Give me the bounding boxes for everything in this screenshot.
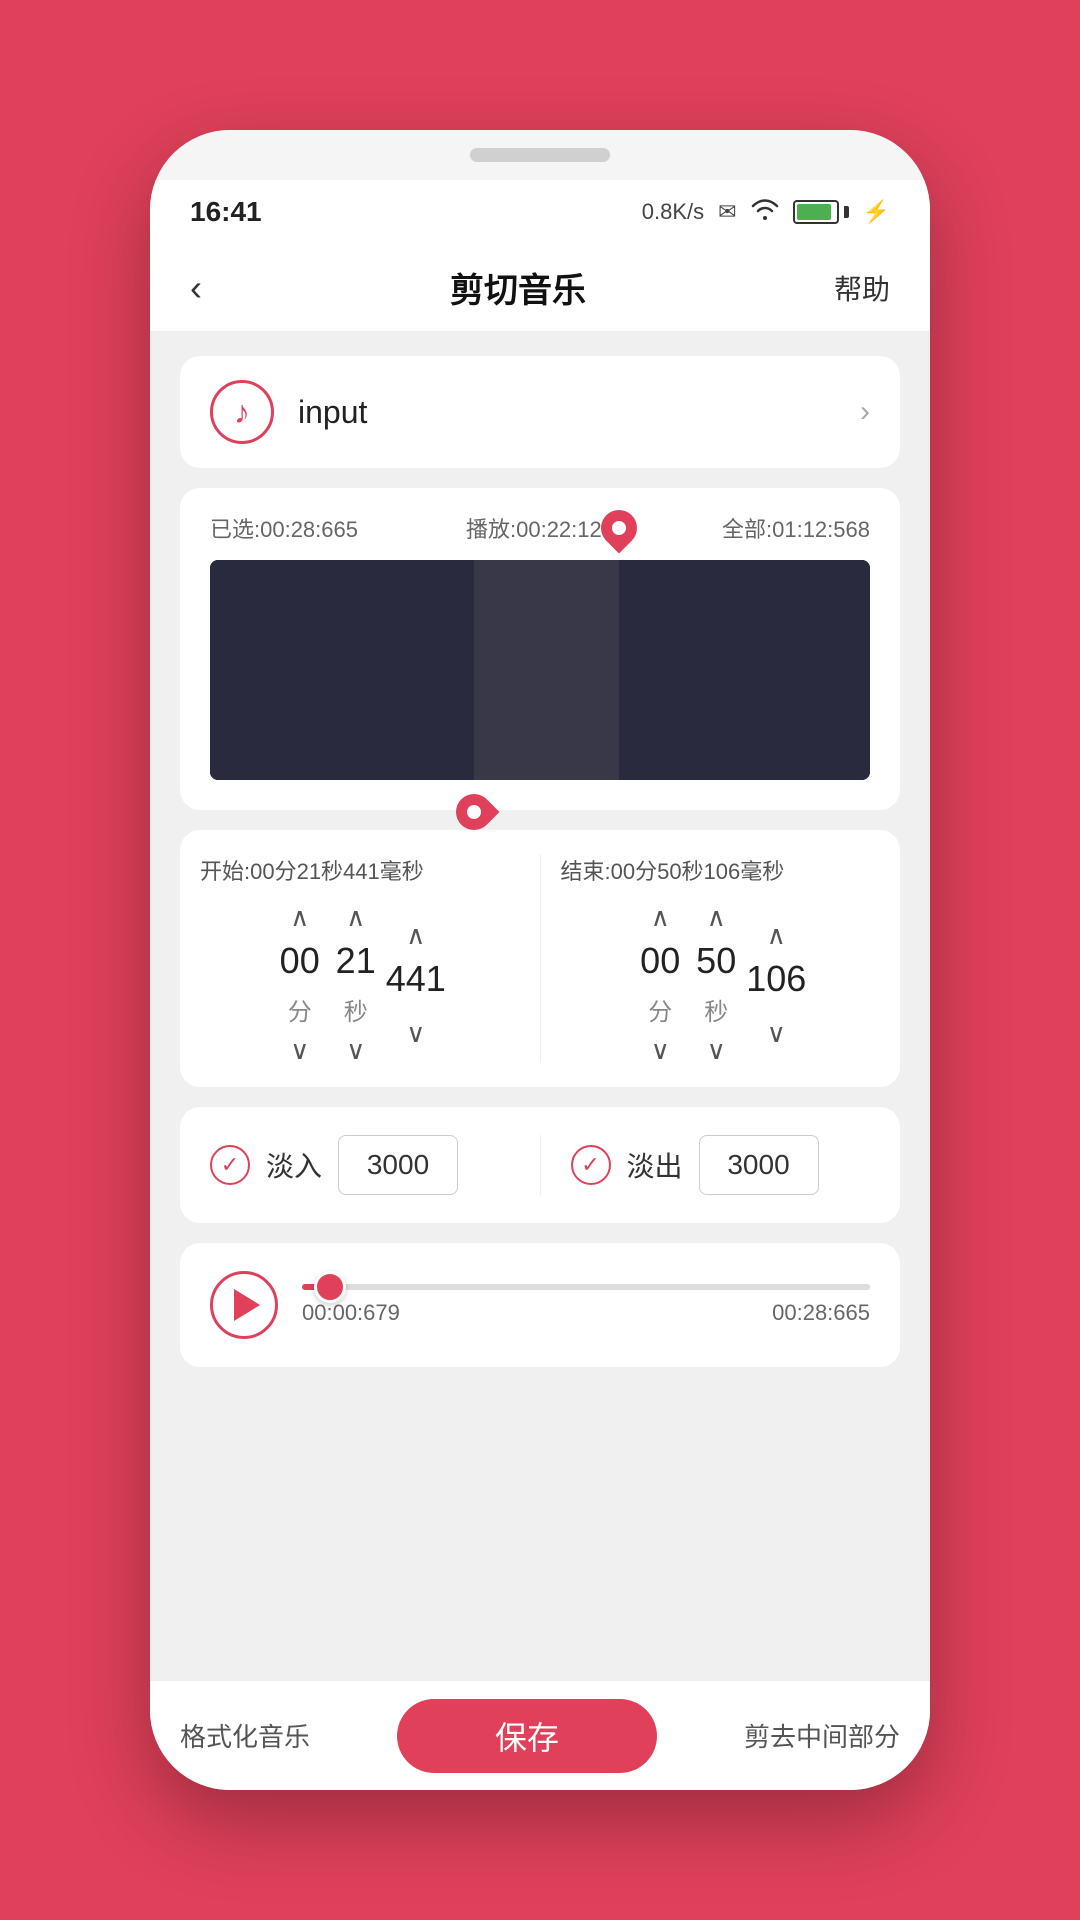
player-times: 00:00:679 00:28:665 <box>302 1300 870 1326</box>
progress-thumb[interactable] <box>314 1271 346 1303</box>
start-sec-col: ∧ 21 秒 ∨ <box>330 904 382 1063</box>
total-time: 00:28:665 <box>772 1300 870 1326</box>
start-min-col: ∧ 00 分 ∨ <box>274 904 326 1063</box>
waveform-container[interactable] <box>210 560 870 780</box>
fade-in-item: ✓ 淡入 <box>210 1135 510 1195</box>
start-min-up[interactable]: ∧ <box>290 904 309 930</box>
message-icon: ✉ <box>718 199 736 225</box>
end-time-label: 结束:00分50秒106毫秒 <box>561 854 881 886</box>
end-ms-up[interactable]: ∧ <box>767 922 786 948</box>
input-left: ♪ input <box>210 380 367 444</box>
end-min-down[interactable]: ∨ <box>651 1037 670 1063</box>
fade-in-label: 淡入 <box>266 1145 322 1185</box>
play-position: 播放:00:22:120 <box>466 512 614 544</box>
bottom-bar: 格式化音乐 保存 剪去中间部分 <box>150 1680 930 1790</box>
network-speed: 0.8K/s <box>642 199 704 225</box>
player-timeline: 00:00:679 00:28:665 <box>302 1284 870 1326</box>
start-ms-value: 441 <box>386 958 446 1000</box>
waveform-bg-selected <box>474 560 619 780</box>
fade-in-checkbox[interactable]: ✓ <box>210 1145 250 1185</box>
playhead-top-pin[interactable] <box>599 510 639 560</box>
start-sec-up[interactable]: ∧ <box>346 904 365 930</box>
fade-out-checkbox[interactable]: ✓ <box>571 1145 611 1185</box>
end-min-unit: 分 <box>648 992 672 1027</box>
end-sec-up[interactable]: ∧ <box>707 904 726 930</box>
end-sec-value: 50 <box>690 940 742 982</box>
start-sec-down[interactable]: ∨ <box>346 1037 365 1063</box>
music-icon-circle: ♪ <box>210 380 274 444</box>
start-ms-col: ∧ 441 ∨ <box>386 922 446 1046</box>
start-time-label: 开始:00分21秒441毫秒 <box>200 854 520 886</box>
end-ms-col: ∧ 106 ∨ <box>746 922 806 1046</box>
status-time: 16:41 <box>190 196 262 228</box>
status-right: 0.8K/s ✉ ⚡ <box>642 198 890 226</box>
screen: 16:41 0.8K/s ✉ ⚡ <box>150 180 930 1790</box>
waveform-bg-left <box>210 560 474 780</box>
total-duration: 全部:01:12:568 <box>722 512 870 544</box>
start-ms-down[interactable]: ∨ <box>406 1020 425 1046</box>
waveform-visual <box>210 560 870 780</box>
start-sec-value: 21 <box>330 940 382 982</box>
start-min-unit: 分 <box>288 992 312 1027</box>
fade-out-label: 淡出 <box>627 1145 683 1185</box>
content-area: ♪ input › 已选:00:28:665 播放:00:22:120 全部:0… <box>150 332 930 1680</box>
format-music-button[interactable]: 格式化音乐 <box>180 1717 310 1754</box>
start-min-down[interactable]: ∨ <box>290 1037 309 1063</box>
fade-divider <box>540 1135 541 1195</box>
playhead-bottom-pin[interactable] <box>456 794 492 830</box>
end-sec-col: ∧ 50 秒 ∨ <box>690 904 742 1063</box>
charging-icon: ⚡ <box>863 199 890 225</box>
back-button[interactable]: ‹ <box>190 267 202 309</box>
start-min-value: 00 <box>274 940 326 982</box>
phone-top-bar <box>150 130 930 180</box>
waveform-card: 已选:00:28:665 播放:00:22:120 全部:01:12:568 <box>180 488 900 810</box>
battery-icon <box>793 200 849 224</box>
end-ms-down[interactable]: ∨ <box>767 1020 786 1046</box>
end-min-up[interactable]: ∧ <box>651 904 670 930</box>
end-ms-value: 106 <box>746 958 806 1000</box>
start-time-section: 开始:00分21秒441毫秒 ∧ 00 分 ∨ ∧ <box>200 854 520 1063</box>
help-button[interactable]: 帮助 <box>834 268 890 308</box>
time-editor-card: 开始:00分21秒441毫秒 ∧ 00 分 ∨ ∧ <box>180 830 900 1087</box>
current-time: 00:00:679 <box>302 1300 400 1326</box>
input-filename: input <box>298 394 367 431</box>
start-sec-unit: 秒 <box>344 992 368 1027</box>
player-card: 00:00:679 00:28:665 <box>180 1243 900 1367</box>
phone-frame: 16:41 0.8K/s ✉ ⚡ <box>150 130 930 1790</box>
end-sec-down[interactable]: ∨ <box>707 1037 726 1063</box>
fade-card: ✓ 淡入 ✓ 淡出 <box>180 1107 900 1223</box>
start-ms-up[interactable]: ∧ <box>406 922 425 948</box>
wifi-icon <box>751 198 779 226</box>
input-selector-card[interactable]: ♪ input › <box>180 356 900 468</box>
app-header: ‹ 剪切音乐 帮助 <box>150 244 930 332</box>
status-bar: 16:41 0.8K/s ✉ ⚡ <box>150 180 930 244</box>
cut-middle-button[interactable]: 剪去中间部分 <box>744 1717 900 1754</box>
end-time-section: 结束:00分50秒106毫秒 ∧ 00 分 ∨ ∧ <box>561 854 881 1063</box>
waveform-bg-right <box>619 560 870 780</box>
chevron-right-icon: › <box>860 395 870 429</box>
top-pill <box>470 148 610 162</box>
selected-duration: 已选:00:28:665 <box>210 512 358 544</box>
end-sec-unit: 秒 <box>704 992 728 1027</box>
end-min-value: 00 <box>634 940 686 982</box>
save-button[interactable]: 保存 <box>397 1699 657 1773</box>
end-min-col: ∧ 00 分 ∨ <box>634 904 686 1063</box>
progress-track[interactable] <box>302 1284 870 1290</box>
page-title: 剪切音乐 <box>450 263 586 312</box>
play-icon <box>234 1289 260 1321</box>
play-button[interactable] <box>210 1271 278 1339</box>
music-note-icon: ♪ <box>234 394 250 431</box>
fade-out-input[interactable] <box>699 1135 819 1195</box>
fade-in-input[interactable] <box>338 1135 458 1195</box>
fade-out-item: ✓ 淡出 <box>571 1135 871 1195</box>
waveform-labels: 已选:00:28:665 播放:00:22:120 全部:01:12:568 <box>210 512 870 544</box>
